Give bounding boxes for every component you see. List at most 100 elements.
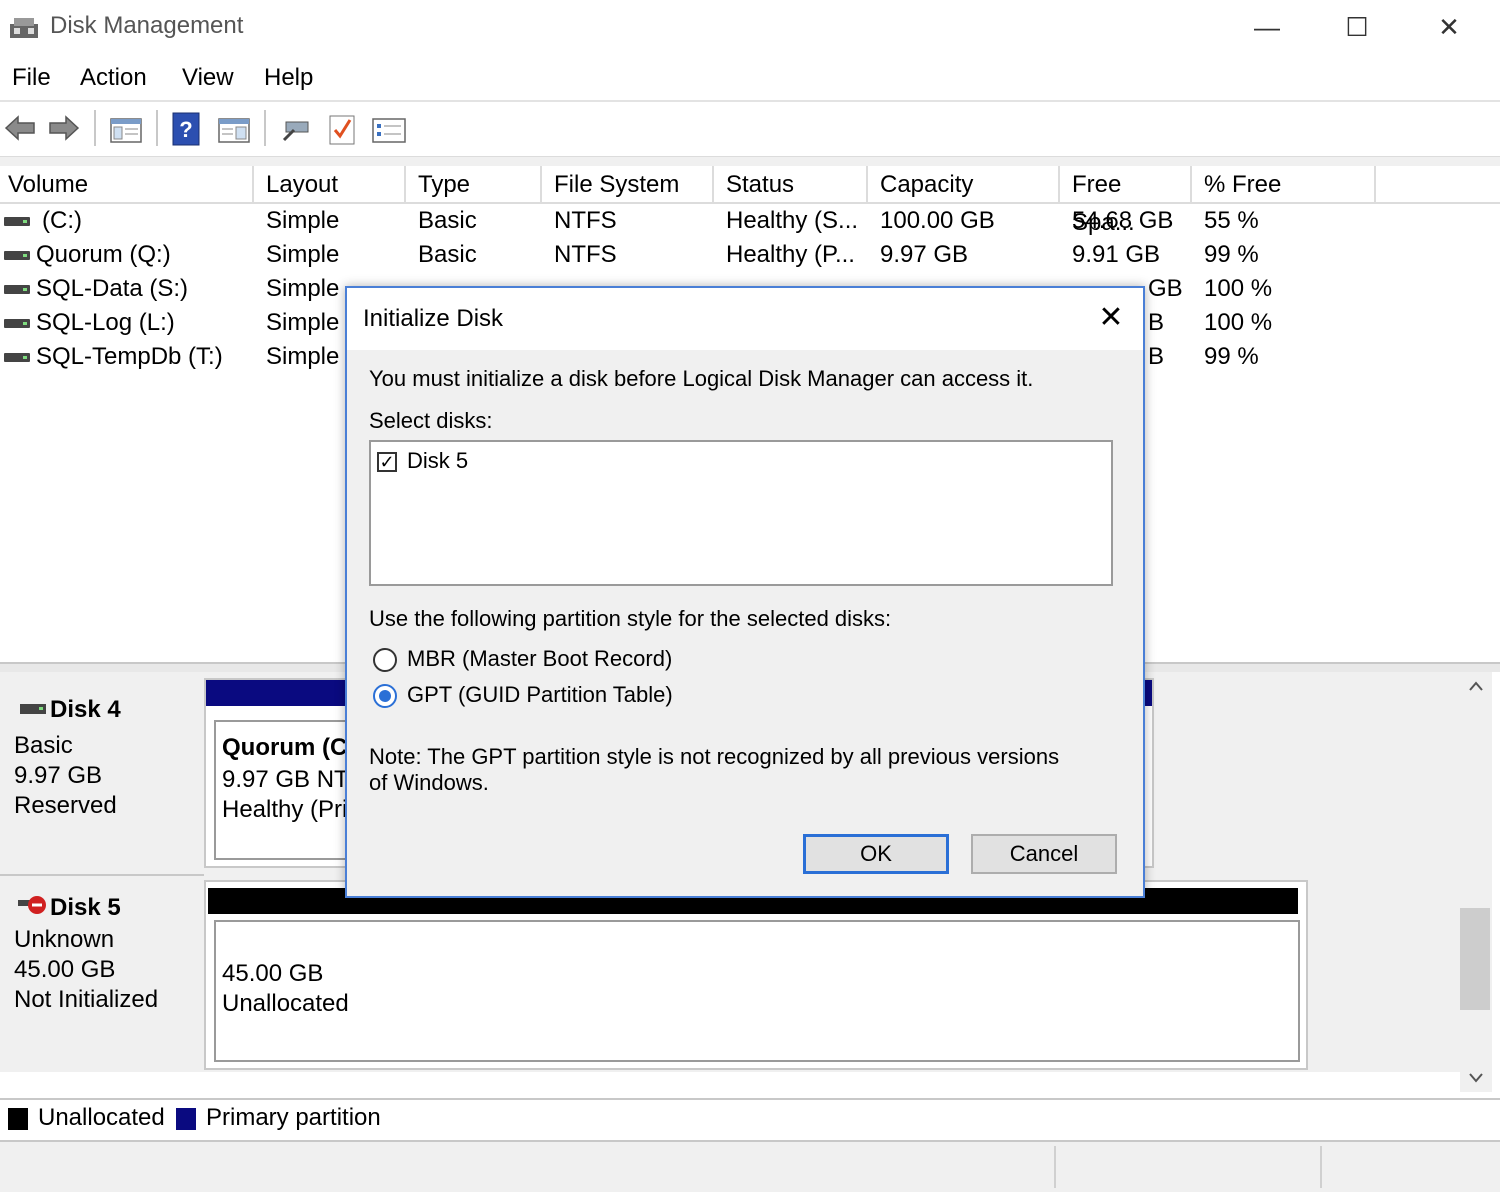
title-bar: Disk Management — ☐ ✕ (0, 0, 1500, 56)
column-percent-free[interactable]: % Free (1196, 166, 1376, 202)
disk-state: Not Initialized (14, 986, 159, 1013)
disk-checkbox[interactable]: ✓ (377, 452, 397, 472)
column-layout[interactable]: Layout (258, 166, 406, 202)
partition-size: 9.97 GB NTF (222, 766, 364, 793)
drive-icon (4, 319, 30, 328)
column-status[interactable]: Status (718, 166, 868, 202)
forward-arrow-icon[interactable] (48, 114, 80, 142)
unallocated-partition[interactable]: 45.00 GB Unallocated (214, 920, 1300, 1062)
unallocated-swatch (8, 1108, 28, 1130)
drive-icon (4, 217, 30, 226)
disk-list-item[interactable]: ✓ Disk 5 (375, 448, 575, 478)
minimize-button[interactable]: — (1222, 0, 1312, 54)
disk-5-label[interactable]: Disk 5 Unknown 45.00 GB Not Initialized (0, 876, 200, 1072)
column-free-space[interactable]: Free Spa... (1064, 166, 1192, 236)
close-button[interactable]: ✕ (1404, 0, 1494, 54)
disk-4-label[interactable]: Disk 4 Basic 9.97 GB Reserved (0, 678, 200, 874)
volume-percent-free: 100 % (1204, 309, 1273, 336)
primary-partition-swatch (176, 1108, 196, 1130)
partition-status: Healthy (Pri (222, 796, 348, 823)
volume-free-space: B (1148, 309, 1165, 336)
status-divider (1054, 1146, 1056, 1188)
partition-status: Unallocated (222, 990, 349, 1017)
help-icon[interactable]: ? (172, 112, 200, 146)
volume-percent-free: 100 % (1204, 275, 1273, 302)
partition-title: Quorum (C (222, 734, 348, 761)
column-capacity[interactable]: Capacity (872, 166, 1060, 202)
settings-list-icon[interactable] (372, 116, 406, 144)
menu-file[interactable]: File (12, 64, 51, 92)
scrollbar-thumb[interactable] (1460, 908, 1490, 1010)
disk-item-label: Disk 5 (407, 448, 469, 473)
connect-icon[interactable] (280, 116, 312, 144)
svg-text:?: ? (179, 117, 192, 142)
status-bar (0, 1140, 1500, 1192)
disk-size: 9.97 GB (14, 762, 103, 789)
drive-icon (4, 285, 30, 294)
volume-percent-free: 55 % (1204, 207, 1259, 234)
volume-percent-free: 99 % (1204, 241, 1259, 268)
dialog-title-bar: Initialize Disk ✕ (347, 288, 1143, 350)
ok-button[interactable]: OK (803, 834, 949, 874)
volume-name: (C:) (42, 207, 82, 234)
volume-type: Basic (418, 207, 477, 234)
volume-percent-free: 99 % (1204, 343, 1259, 370)
legend: Unallocated Primary partition (0, 1098, 1500, 1140)
check-list-icon[interactable] (328, 112, 356, 146)
disk-state: Reserved (14, 792, 117, 819)
volume-free-space: 54.68 GB (1072, 207, 1174, 234)
volume-row[interactable]: (C:) Simple Basic NTFS Healthy (S... 100… (0, 204, 1500, 238)
volume-free-space: 9.91 GB (1072, 241, 1161, 268)
volume-name: SQL-Data (S:) (36, 275, 189, 302)
mbr-option[interactable]: MBR (Master Boot Record) (373, 646, 773, 676)
disk-size: 45.00 GB (14, 956, 116, 983)
gpt-label: GPT (GUID Partition Table) (407, 682, 673, 707)
volume-layout: Simple (266, 241, 340, 268)
volume-file-system: NTFS (554, 241, 617, 268)
volume-row[interactable]: Quorum (Q:) Simple Basic NTFS Healthy (P… (0, 238, 1500, 272)
toolbar-separator (94, 110, 96, 146)
mbr-radio[interactable] (373, 648, 397, 672)
drive-icon (4, 353, 30, 362)
menu-divider (0, 100, 1500, 102)
menu-bar: File Action View Help (0, 58, 1500, 100)
window-title: Disk Management (50, 12, 244, 39)
gpt-option[interactable]: GPT (GUID Partition Table) (373, 682, 773, 712)
disk-management-icon (10, 18, 38, 38)
dialog-close-icon[interactable]: ✕ (1093, 300, 1129, 336)
disk-kind: Unknown (14, 926, 115, 953)
console-tree-icon[interactable] (110, 116, 142, 144)
disk-error-icon (18, 896, 46, 914)
toolbar-separator (156, 110, 158, 146)
volume-type: Basic (418, 241, 477, 268)
column-type[interactable]: Type (410, 166, 542, 202)
gpt-radio[interactable] (373, 684, 397, 708)
dialog-title: Initialize Disk (363, 305, 504, 332)
menu-help[interactable]: Help (264, 64, 313, 92)
toolbar: ? (0, 104, 1500, 152)
gpt-note: Note: The GPT partition style is not rec… (369, 744, 1060, 795)
scroll-up-icon[interactable] (1468, 680, 1484, 692)
scroll-down-icon[interactable] (1468, 1072, 1484, 1084)
initialize-disk-dialog: Initialize Disk ✕ You must initialize a … (345, 286, 1145, 898)
properties-icon[interactable] (218, 116, 250, 144)
volume-free-space: B (1148, 343, 1165, 370)
legend-primary-partition: Primary partition (206, 1104, 381, 1131)
volume-layout: Simple (266, 343, 340, 370)
column-file-system[interactable]: File System (546, 166, 714, 202)
status-divider (1320, 1146, 1322, 1188)
disk-name: Disk 4 (50, 696, 121, 723)
volume-status: Healthy (S... (726, 207, 859, 234)
partition-size: 45.00 GB (222, 960, 324, 987)
cancel-button[interactable]: Cancel (971, 834, 1117, 874)
back-arrow-icon[interactable] (4, 114, 36, 142)
column-volume[interactable]: Volume (0, 166, 254, 202)
vertical-scrollbar[interactable] (1460, 672, 1492, 1092)
maximize-button[interactable]: ☐ (1312, 0, 1402, 54)
menu-view[interactable]: View (182, 64, 234, 92)
disk-name: Disk 5 (50, 894, 121, 921)
menu-action[interactable]: Action (80, 64, 147, 92)
legend-unallocated: Unallocated (38, 1104, 165, 1131)
disk-list[interactable]: ✓ Disk 5 (369, 440, 1113, 586)
mbr-label: MBR (Master Boot Record) (407, 646, 673, 671)
